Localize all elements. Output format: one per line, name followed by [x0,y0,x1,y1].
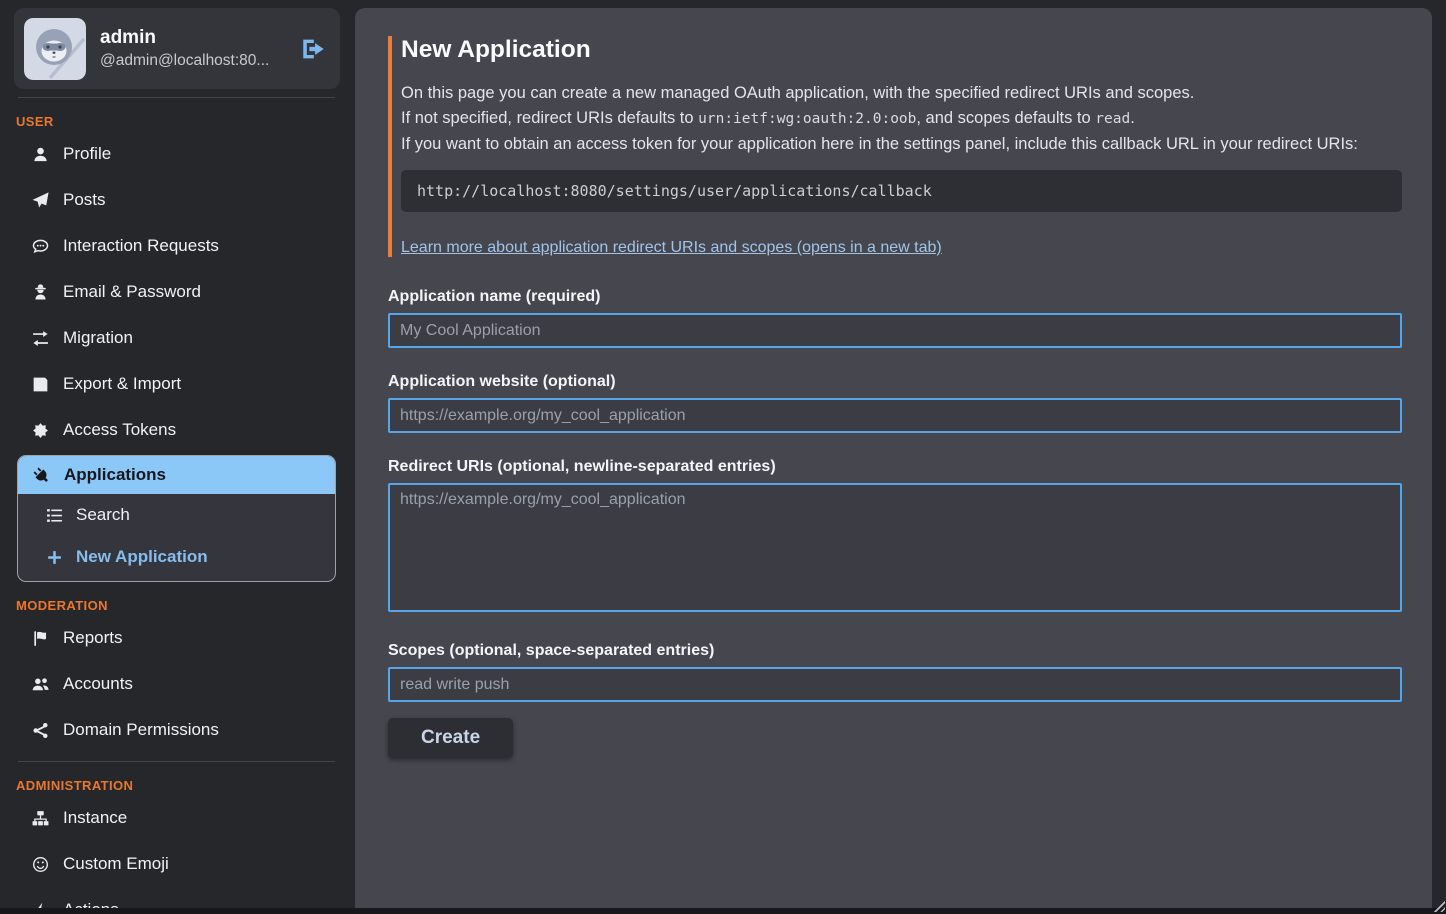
sidebar-item-label: Posts [63,190,106,210]
sidebar-item-posts[interactable]: Posts [0,177,355,223]
scopes-input[interactable] [388,667,1402,702]
section-header-moderation: MODERATION [16,598,355,613]
smiley-icon [30,856,50,873]
main-panel: New Application On this page you can cre… [355,8,1432,908]
user-handle: @admin@localhost:80... [100,52,269,70]
sidebar-item-label: Accounts [63,674,133,694]
sidebar-item-label: Instance [63,808,127,828]
sidebar-item-new-application[interactable]: New Application [18,536,335,581]
callback-url-codeblock: http://localhost:8080/settings/user/appl… [401,170,1402,212]
user-names: admin @admin@localhost:80... [100,27,269,70]
redirect-uris-label: Redirect URIs (optional, newline-separat… [388,458,1402,476]
sidebar-item-accounts[interactable]: Accounts [0,661,355,707]
sitemap-icon [30,810,50,827]
sidebar-item-label: New Application [76,547,208,567]
plus-icon [44,549,64,566]
page-header: New Application On this page you can cre… [388,36,1402,257]
sidebar-item-access-tokens[interactable]: Access Tokens [0,407,355,453]
sidebar-item-label: Applications [64,465,166,485]
paper-plane-icon [30,192,50,209]
sidebar-item-label: Migration [63,328,133,348]
user-card: admin @admin@localhost:80... [14,8,340,89]
field-scopes: Scopes (optional, space-separated entrie… [388,642,1402,702]
learn-more-link[interactable]: Learn more about application redirect UR… [401,239,942,257]
field-application-name: Application name (required) [388,288,1402,348]
flag-icon [30,630,50,647]
sidebar-item-interaction-requests[interactable]: Interaction Requests [0,223,355,269]
avatar [24,18,86,80]
sidebar-item-label: Interaction Requests [63,236,219,256]
sidebar-item-domain-permissions[interactable]: Domain Permissions [0,707,355,753]
description-line-2: If not specified, redirect URIs defaults… [401,106,1402,132]
application-website-input[interactable] [388,398,1402,433]
sidebar-nav: USER Profile Posts Interaction Requests … [0,114,355,914]
sidebar-item-label: Search [76,505,130,525]
user-icon [30,146,50,163]
application-website-label: Application website (optional) [388,373,1402,391]
sidebar-item-custom-emoji[interactable]: Custom Emoji [0,841,355,887]
sidebar-item-label: Email & Password [63,282,201,302]
section-header-administration: ADMINISTRATION [16,778,355,793]
divider [18,761,335,762]
sidebar-item-label: Reports [63,628,123,648]
share-nodes-icon [30,722,50,739]
create-button[interactable]: Create [388,718,513,758]
sidebar-item-export-import[interactable]: Export & Import [0,361,355,407]
section-header-user: USER [16,114,355,129]
scopes-label: Scopes (optional, space-separated entrie… [388,642,1402,660]
sidebar-item-reports[interactable]: Reports [0,615,355,661]
sidebar-item-label: Profile [63,144,111,164]
inline-code-oob: urn:ietf:wg:oauth:2.0:oob [698,111,916,127]
application-name-input[interactable] [388,313,1402,348]
sidebar: admin @admin@localhost:80... USER Profil… [0,0,355,908]
sidebar-item-migration[interactable]: Migration [0,315,355,361]
field-redirect-uris: Redirect URIs (optional, newline-separat… [388,458,1402,617]
sidebar-item-label: Export & Import [63,374,181,394]
inline-code-read: read [1095,111,1130,127]
sidebar-item-email-password[interactable]: Email & Password [0,269,355,315]
exchange-arrows-icon [30,330,50,347]
floppy-disk-icon [30,376,50,393]
certificate-badge-icon [30,422,50,439]
page-bottom-gutter [0,908,1446,914]
page-description: On this page you can create a new manage… [401,81,1402,157]
applications-block: Applications Search New Application [17,455,336,582]
user-secret-icon [30,284,50,301]
sidebar-item-applications[interactable]: Applications [18,456,335,494]
user-name: admin [100,27,269,49]
sidebar-item-profile[interactable]: Profile [0,131,355,177]
sidebar-item-instance[interactable]: Instance [0,795,355,841]
sidebar-item-applications-search[interactable]: Search [18,494,335,536]
description-line-3: If you want to obtain an access token fo… [401,132,1402,157]
divider [18,97,335,98]
field-application-website: Application website (optional) [388,373,1402,433]
sign-out-icon[interactable] [300,36,326,62]
sidebar-item-label: Custom Emoji [63,854,169,874]
redirect-uris-textarea[interactable] [388,483,1402,612]
new-application-form: Application name (required) Application … [388,288,1402,758]
page-title: New Application [401,36,1402,64]
application-name-label: Application name (required) [388,288,1402,306]
comment-dots-icon [30,238,50,255]
description-line-1: On this page you can create a new manage… [401,81,1402,106]
users-icon [30,676,50,693]
plug-icon [31,467,51,484]
sidebar-item-label: Access Tokens [63,420,176,440]
list-icon [44,507,64,524]
sidebar-item-label: Domain Permissions [63,720,219,740]
